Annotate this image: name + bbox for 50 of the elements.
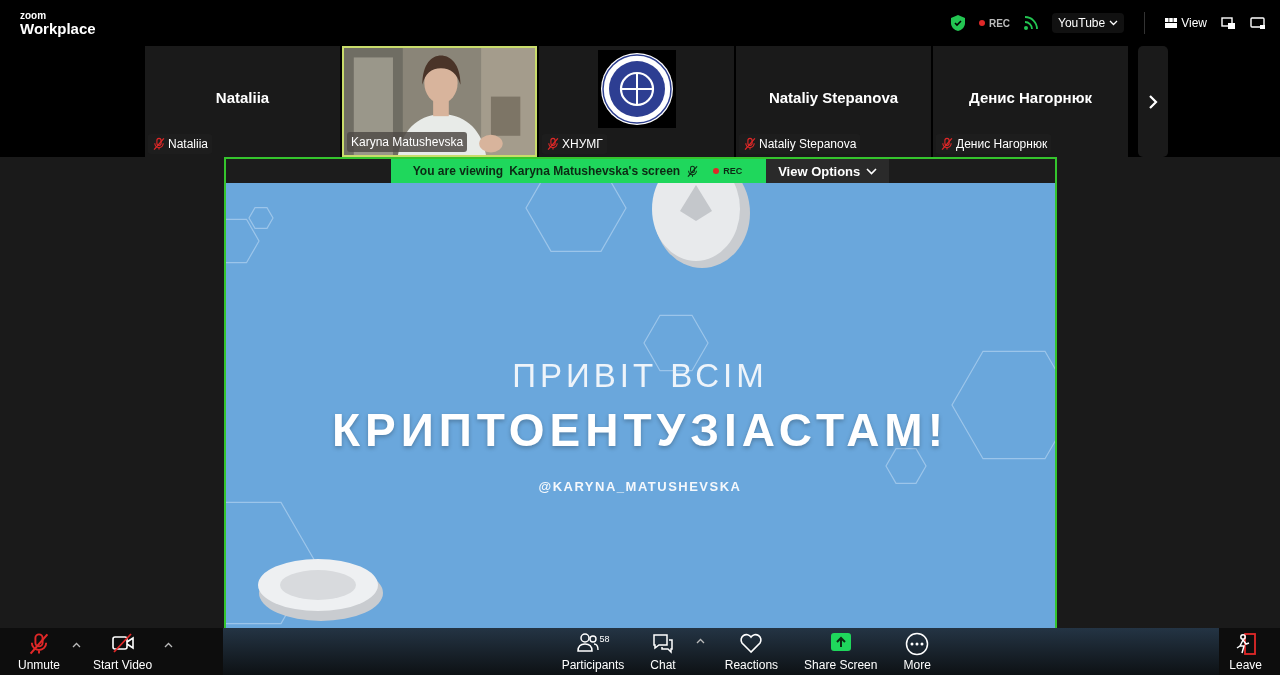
toolbar-button[interactable]: Start Video [87, 631, 159, 672]
participant-name: Nataliy Stepanova [768, 89, 899, 106]
view-options-button[interactable]: View Options [766, 159, 890, 183]
recording-dot-icon [713, 168, 720, 174]
share-screen-icon [829, 631, 852, 652]
more-icon [905, 631, 930, 656]
recording-label: REC [988, 17, 1011, 29]
emblem-icon [597, 49, 676, 128]
participant-name: Nataliia [215, 89, 270, 106]
recording-label: REC [723, 166, 743, 176]
chevron-right-icon [1148, 93, 1158, 110]
toolbar-button[interactable]: More [897, 631, 937, 672]
people-icon [576, 631, 599, 652]
toolbar-button[interactable]: Reactions [718, 631, 785, 672]
stream-dropdown[interactable]: YouTube [1052, 13, 1125, 33]
toolbar-button[interactable]: Unmute [12, 631, 67, 672]
participant-tile[interactable]: Денис Нагорнюк Денис Нагорнюк [933, 46, 1128, 157]
participant-tile[interactable]: Karyna Matushevska [342, 46, 537, 157]
grid-icon [1165, 18, 1178, 28]
chat-bubbles-icon [651, 631, 676, 654]
chevron-down-icon [866, 167, 878, 175]
heart-icon [739, 631, 764, 654]
view-button[interactable]: View [1165, 16, 1207, 30]
toolbar-button[interactable]: Share Screen [798, 631, 884, 672]
slide-handle: @KARYNA_MATUSHEVSKA [538, 479, 742, 494]
caret-up-icon[interactable] [164, 641, 174, 648]
caret-up-icon[interactable] [695, 638, 705, 644]
participant-tile[interactable]: Nataliia Nataliia [145, 46, 340, 157]
broadcast-icon[interactable] [1024, 16, 1039, 30]
slide-title: КРИПТОЕНТУЗІАСТАМ! [331, 403, 948, 457]
caret-up-icon[interactable] [72, 641, 82, 648]
picture-in-picture-icon[interactable] [1221, 16, 1236, 30]
sharer-name: Karyna Matushevska's screen [509, 164, 681, 178]
participant-tile[interactable]: Nataliy Stepanova Nataliy Stepanova [736, 46, 931, 157]
participant-count: 58 [599, 633, 610, 644]
window-icon[interactable] [1250, 16, 1266, 30]
slide-subtitle: ПРИВІТ ВСІМ [512, 357, 768, 395]
toolbar-button[interactable]: 58 Participants [555, 631, 631, 672]
participant-name: Денис Нагорнюк [969, 89, 1092, 106]
brand-name: Workplace [20, 20, 96, 36]
name-label: Karyna Matushevska [347, 132, 468, 152]
recording-dot-icon [978, 20, 985, 26]
participant-tile[interactable]: ХНУМГ [539, 46, 734, 157]
leave-button[interactable]: Leave [1219, 631, 1272, 672]
toolbar-button[interactable]: Chat [644, 631, 682, 672]
chevron-down-icon [1109, 20, 1119, 26]
brand-label: zoom [20, 10, 48, 21]
muted-microphone-icon [686, 164, 700, 178]
shield-check-icon[interactable] [950, 15, 965, 31]
banner-text: You are viewing [412, 164, 504, 178]
